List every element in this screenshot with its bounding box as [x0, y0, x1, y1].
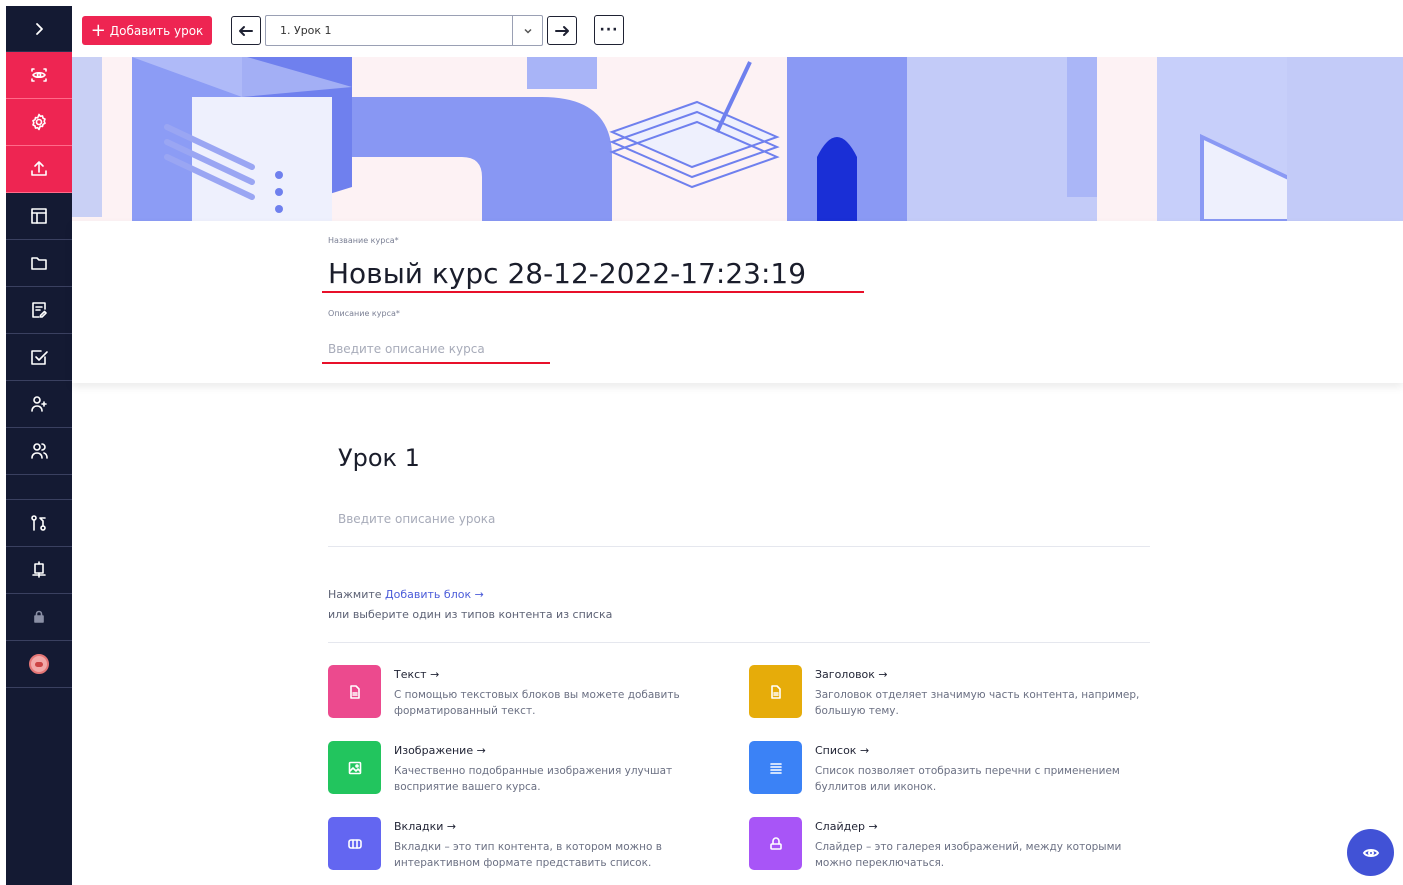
- tasks-button[interactable]: [6, 287, 72, 334]
- block-text[interactable]: Текст → С помощью текстовых блоков вы мо…: [328, 665, 728, 725]
- block-description: С помощью текстовых блоков вы можете доб…: [394, 689, 680, 717]
- lock-icon: [34, 610, 44, 623]
- upload-icon: [31, 161, 47, 176]
- block-image[interactable]: Изображение → Качественно подобранные из…: [328, 741, 728, 801]
- profile-button[interactable]: [6, 641, 72, 688]
- certificate-icon: [32, 561, 46, 578]
- block-description: Слайдер – это галерея изображений, между…: [815, 841, 1122, 869]
- lesson-select[interactable]: 1. Урок 1: [265, 15, 543, 46]
- certificate-button[interactable]: [6, 547, 72, 594]
- add-block-link[interactable]: Добавить блок →: [385, 588, 484, 601]
- course-header: Название курса* Новый курс 28-12-2022-17…: [72, 221, 1403, 383]
- block-title: Слайдер →: [815, 820, 878, 833]
- gear-icon: [32, 113, 46, 131]
- columns-icon: [328, 817, 381, 870]
- lesson-select-value: 1. Урок 1: [280, 24, 332, 37]
- block-description: Вкладки – это тип контента, в котором мо…: [394, 841, 662, 869]
- students-button[interactable]: [6, 428, 72, 475]
- preview-button[interactable]: [6, 52, 72, 99]
- divider: [328, 642, 1150, 643]
- block-title: Вкладки →: [394, 820, 457, 833]
- block-heading[interactable]: Заголовок → Заголовок отделяет значимую …: [749, 665, 1149, 725]
- folder-icon: [31, 257, 47, 270]
- banner-illustration: [72, 57, 1403, 221]
- edit-note-icon: [32, 302, 47, 318]
- top-toolbar: + Добавить урок 1. Урок 1 ···: [72, 0, 1403, 57]
- lesson-title[interactable]: Урок 1: [338, 444, 420, 472]
- arrow-left-icon: [239, 25, 253, 36]
- block-tabs[interactable]: Вкладки → Вкладки – это тип контента, в …: [328, 817, 728, 877]
- slider-icon: [749, 817, 802, 870]
- plus-icon: +: [90, 19, 106, 41]
- users-icon: [31, 443, 48, 459]
- add-block-hint: Нажмите Добавить блок →: [328, 588, 484, 601]
- course-desc-label: Описание курса*: [328, 309, 400, 318]
- lesson-description-input[interactable]: Введите описание урока: [338, 512, 495, 526]
- layout-icon: [31, 208, 47, 224]
- chevron-down-icon[interactable]: [512, 16, 542, 45]
- next-lesson-button[interactable]: [547, 16, 577, 45]
- image-icon: [328, 741, 381, 794]
- left-rail: [6, 6, 72, 885]
- block-slider[interactable]: Слайдер → Слайдер – это галерея изображе…: [749, 817, 1149, 877]
- expand-button[interactable]: [6, 6, 72, 52]
- files-button[interactable]: [6, 240, 72, 287]
- lock-button[interactable]: [6, 594, 72, 641]
- block-title: Изображение →: [394, 744, 486, 757]
- course-description-input[interactable]: Введите описание курса: [328, 342, 485, 356]
- eye-icon: [1362, 848, 1379, 857]
- divider: [328, 546, 1150, 547]
- arrow-right-icon: [555, 25, 569, 36]
- branching-button[interactable]: [6, 500, 72, 547]
- tests-button[interactable]: [6, 334, 72, 381]
- list-icon: [749, 741, 802, 794]
- preview-fab-button[interactable]: [1347, 829, 1394, 876]
- checkbox-icon: [31, 350, 48, 365]
- add-lesson-button[interactable]: + Добавить урок: [82, 16, 212, 45]
- block-description: Качественно подобранные изображения улуч…: [394, 765, 673, 793]
- publish-button[interactable]: [6, 146, 72, 193]
- block-description: Список позволяет отобразить перечни с пр…: [815, 765, 1120, 793]
- block-title: Список →: [815, 744, 870, 757]
- block-title: Текст →: [394, 668, 440, 681]
- block-list[interactable]: Список → Список позволяет отобразить пер…: [749, 741, 1149, 801]
- chevron-right-icon: [36, 22, 43, 35]
- document-icon: [328, 665, 381, 718]
- add-block-hint-line2: или выберите один из типов контента из с…: [328, 608, 613, 621]
- course-title-input[interactable]: Новый курс 28-12-2022-17:23:19: [328, 257, 806, 290]
- block-description: Заголовок отделяет значимую часть контен…: [815, 689, 1140, 717]
- eye-icon: [31, 68, 47, 82]
- desc-error-underline: [322, 362, 550, 364]
- layout-button[interactable]: [6, 193, 72, 240]
- add-lesson-label: Добавить урок: [109, 23, 204, 38]
- block-title: Заголовок →: [815, 668, 888, 681]
- avatar: [29, 654, 49, 674]
- add-student-button[interactable]: [6, 381, 72, 428]
- more-icon: ···: [599, 22, 619, 38]
- document-icon: [749, 665, 802, 718]
- prev-lesson-button[interactable]: [231, 16, 261, 45]
- title-error-underline: [322, 291, 864, 293]
- more-options-button[interactable]: ···: [594, 15, 624, 45]
- hint-prefix: Нажмите: [328, 588, 386, 601]
- branch-icon: [31, 515, 46, 531]
- course-banner-image: [72, 57, 1403, 221]
- add-user-icon: [31, 396, 47, 412]
- course-title-label: Название курса*: [328, 236, 399, 245]
- settings-button[interactable]: [6, 99, 72, 146]
- rail-divider: [6, 475, 72, 500]
